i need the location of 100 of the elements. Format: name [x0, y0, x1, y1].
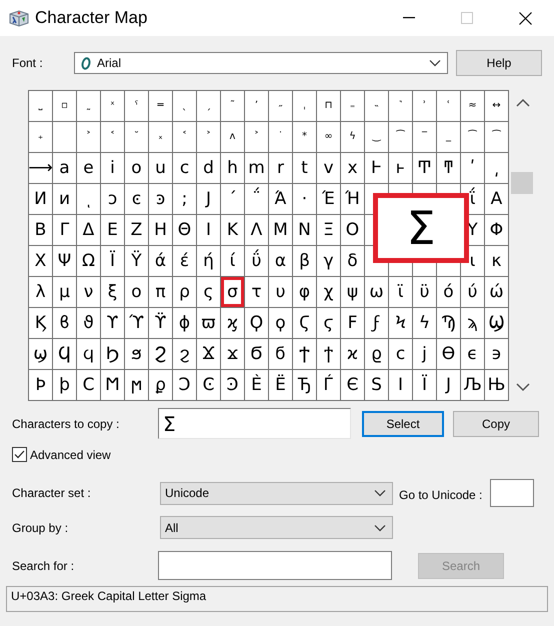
advanced-view-checkbox[interactable]: [12, 447, 27, 462]
char-cell[interactable]: Μ: [269, 215, 293, 246]
char-cell[interactable]: Ψ: [53, 246, 77, 277]
char-cell[interactable]: φ: [293, 277, 317, 308]
char-cell[interactable]: ϥ: [77, 339, 101, 370]
char-cell[interactable]: _: [437, 122, 461, 153]
char-cell[interactable]: Ζ: [125, 215, 149, 246]
char-cell[interactable]: Ͽ: [221, 370, 245, 401]
char-cell[interactable]: ϐ: [53, 308, 77, 339]
close-icon[interactable]: [518, 12, 532, 24]
char-cell[interactable]: ˶: [269, 91, 293, 122]
char-cell[interactable]: Ά: [269, 184, 293, 215]
go-to-unicode-field[interactable]: [490, 479, 534, 507]
char-cell[interactable]: ϓ: [125, 308, 149, 339]
search-field[interactable]: [158, 551, 392, 580]
char-cell[interactable]: ά: [149, 246, 173, 277]
char-cell[interactable]: ═: [149, 91, 173, 122]
char-cell[interactable]: ψ: [341, 277, 365, 308]
char-cell[interactable]: Ϲ: [77, 370, 101, 401]
char-cell[interactable]: Ͱ: [365, 153, 389, 184]
char-cell[interactable]: Љ: [461, 370, 485, 401]
char-cell[interactable]: ͻ: [101, 184, 125, 215]
char-cell[interactable]: Ϧ: [101, 339, 125, 370]
char-cell[interactable]: Ϗ: [29, 308, 53, 339]
char-cell[interactable]: ϒ: [101, 308, 125, 339]
char-cell[interactable]: ͽ: [149, 184, 173, 215]
char-cell[interactable]: ϝ: [365, 308, 389, 339]
char-cell[interactable]: ρ: [173, 277, 197, 308]
char-cell[interactable]: ΰ: [245, 246, 269, 277]
scroll-down-icon[interactable]: [516, 382, 530, 392]
char-cell[interactable]: Ϟ: [389, 308, 413, 339]
char-cell[interactable]: ‿: [365, 122, 389, 153]
char-cell[interactable]: Ϡ: [437, 308, 461, 339]
char-cell[interactable]: Έ: [317, 184, 341, 215]
char-cell[interactable]: ;: [173, 184, 197, 215]
char-cell[interactable]: Ϸ: [29, 370, 53, 401]
select-button[interactable]: Select: [362, 410, 444, 436]
char-cell[interactable]: І: [389, 370, 413, 401]
char-cell[interactable]: e: [77, 153, 101, 184]
char-cell[interactable]: ϩ: [173, 339, 197, 370]
char-cell[interactable]: ‾: [413, 122, 437, 153]
char-cell[interactable]: t: [293, 153, 317, 184]
char-cell[interactable]: ˏ: [197, 91, 221, 122]
char-cell[interactable]: ˤ: [125, 91, 149, 122]
char-cell[interactable]: ϕ: [173, 308, 197, 339]
font-dropdown[interactable]: Arial: [74, 52, 448, 74]
char-cell[interactable]: σ: [221, 277, 245, 308]
char-cell[interactable]: ˙: [269, 122, 293, 153]
char-cell[interactable]: Ϫ: [197, 339, 221, 370]
char-cell[interactable]: ⟶: [29, 153, 53, 184]
char-cell[interactable]: Θ: [173, 215, 197, 246]
char-cell[interactable]: Ј: [437, 370, 461, 401]
char-cell[interactable]: ʾ: [413, 91, 437, 122]
char-cell[interactable]: ˌ: [293, 91, 317, 122]
char-cell[interactable]: a: [53, 153, 77, 184]
char-cell[interactable]: λ: [29, 277, 53, 308]
char-cell[interactable]: Ͷ: [29, 184, 53, 215]
char-cell[interactable]: ⁀: [461, 122, 485, 153]
char-cell[interactable]: ͷ: [53, 184, 77, 215]
help-button[interactable]: Help: [456, 50, 542, 76]
char-cell[interactable]: ί: [221, 246, 245, 277]
char-cell[interactable]: Ϥ: [53, 339, 77, 370]
char-cell[interactable]: ͳ: [437, 153, 461, 184]
char-cell[interactable]: r: [269, 153, 293, 184]
char-cell[interactable]: υ: [269, 277, 293, 308]
char-cell[interactable]: ϫ: [221, 339, 245, 370]
char-cell[interactable]: ϋ: [413, 277, 437, 308]
char-cell[interactable]: Ϭ: [245, 339, 269, 370]
char-cell[interactable]: ˣ: [101, 91, 125, 122]
scroll-up-icon[interactable]: [516, 98, 530, 108]
char-cell[interactable]: ϳ: [413, 339, 437, 370]
char-cell[interactable]: ˽: [29, 91, 53, 122]
char-cell[interactable]: ˘: [125, 122, 149, 153]
char-cell[interactable]: d: [197, 153, 221, 184]
char-cell[interactable]: Ѐ: [245, 370, 269, 401]
char-cell[interactable]: ή: [197, 246, 221, 277]
char-cell[interactable]: ʿ: [437, 91, 461, 122]
char-cell[interactable]: [53, 122, 77, 153]
char-cell[interactable]: ʹ: [461, 153, 485, 184]
char-cell[interactable]: Ђ: [293, 370, 317, 401]
char-cell[interactable]: ͼ: [125, 184, 149, 215]
char-cell[interactable]: ˷: [77, 91, 101, 122]
group-by-dropdown[interactable]: All: [160, 516, 393, 539]
char-cell[interactable]: Є: [341, 370, 365, 401]
char-cell[interactable]: ≈: [461, 91, 485, 122]
char-cell[interactable]: ν: [77, 277, 101, 308]
char-cell[interactable]: Ϊ: [101, 246, 125, 277]
char-cell[interactable]: γ: [317, 246, 341, 277]
char-cell[interactable]: ⊓: [317, 91, 341, 122]
char-cell[interactable]: Ή: [341, 184, 365, 215]
char-cell[interactable]: ˜: [221, 91, 245, 122]
char-cell[interactable]: ύ: [461, 277, 485, 308]
char-cell[interactable]: ˺: [389, 91, 413, 122]
char-cell[interactable]: Ё: [269, 370, 293, 401]
char-cell[interactable]: Ͻ: [173, 370, 197, 401]
char-cell[interactable]: ˂: [101, 122, 125, 153]
copy-field[interactable]: Σ: [158, 408, 351, 439]
char-cell[interactable]: Ϻ: [101, 370, 125, 401]
char-cell[interactable]: ·: [293, 184, 317, 215]
char-cell[interactable]: Γ: [53, 215, 77, 246]
